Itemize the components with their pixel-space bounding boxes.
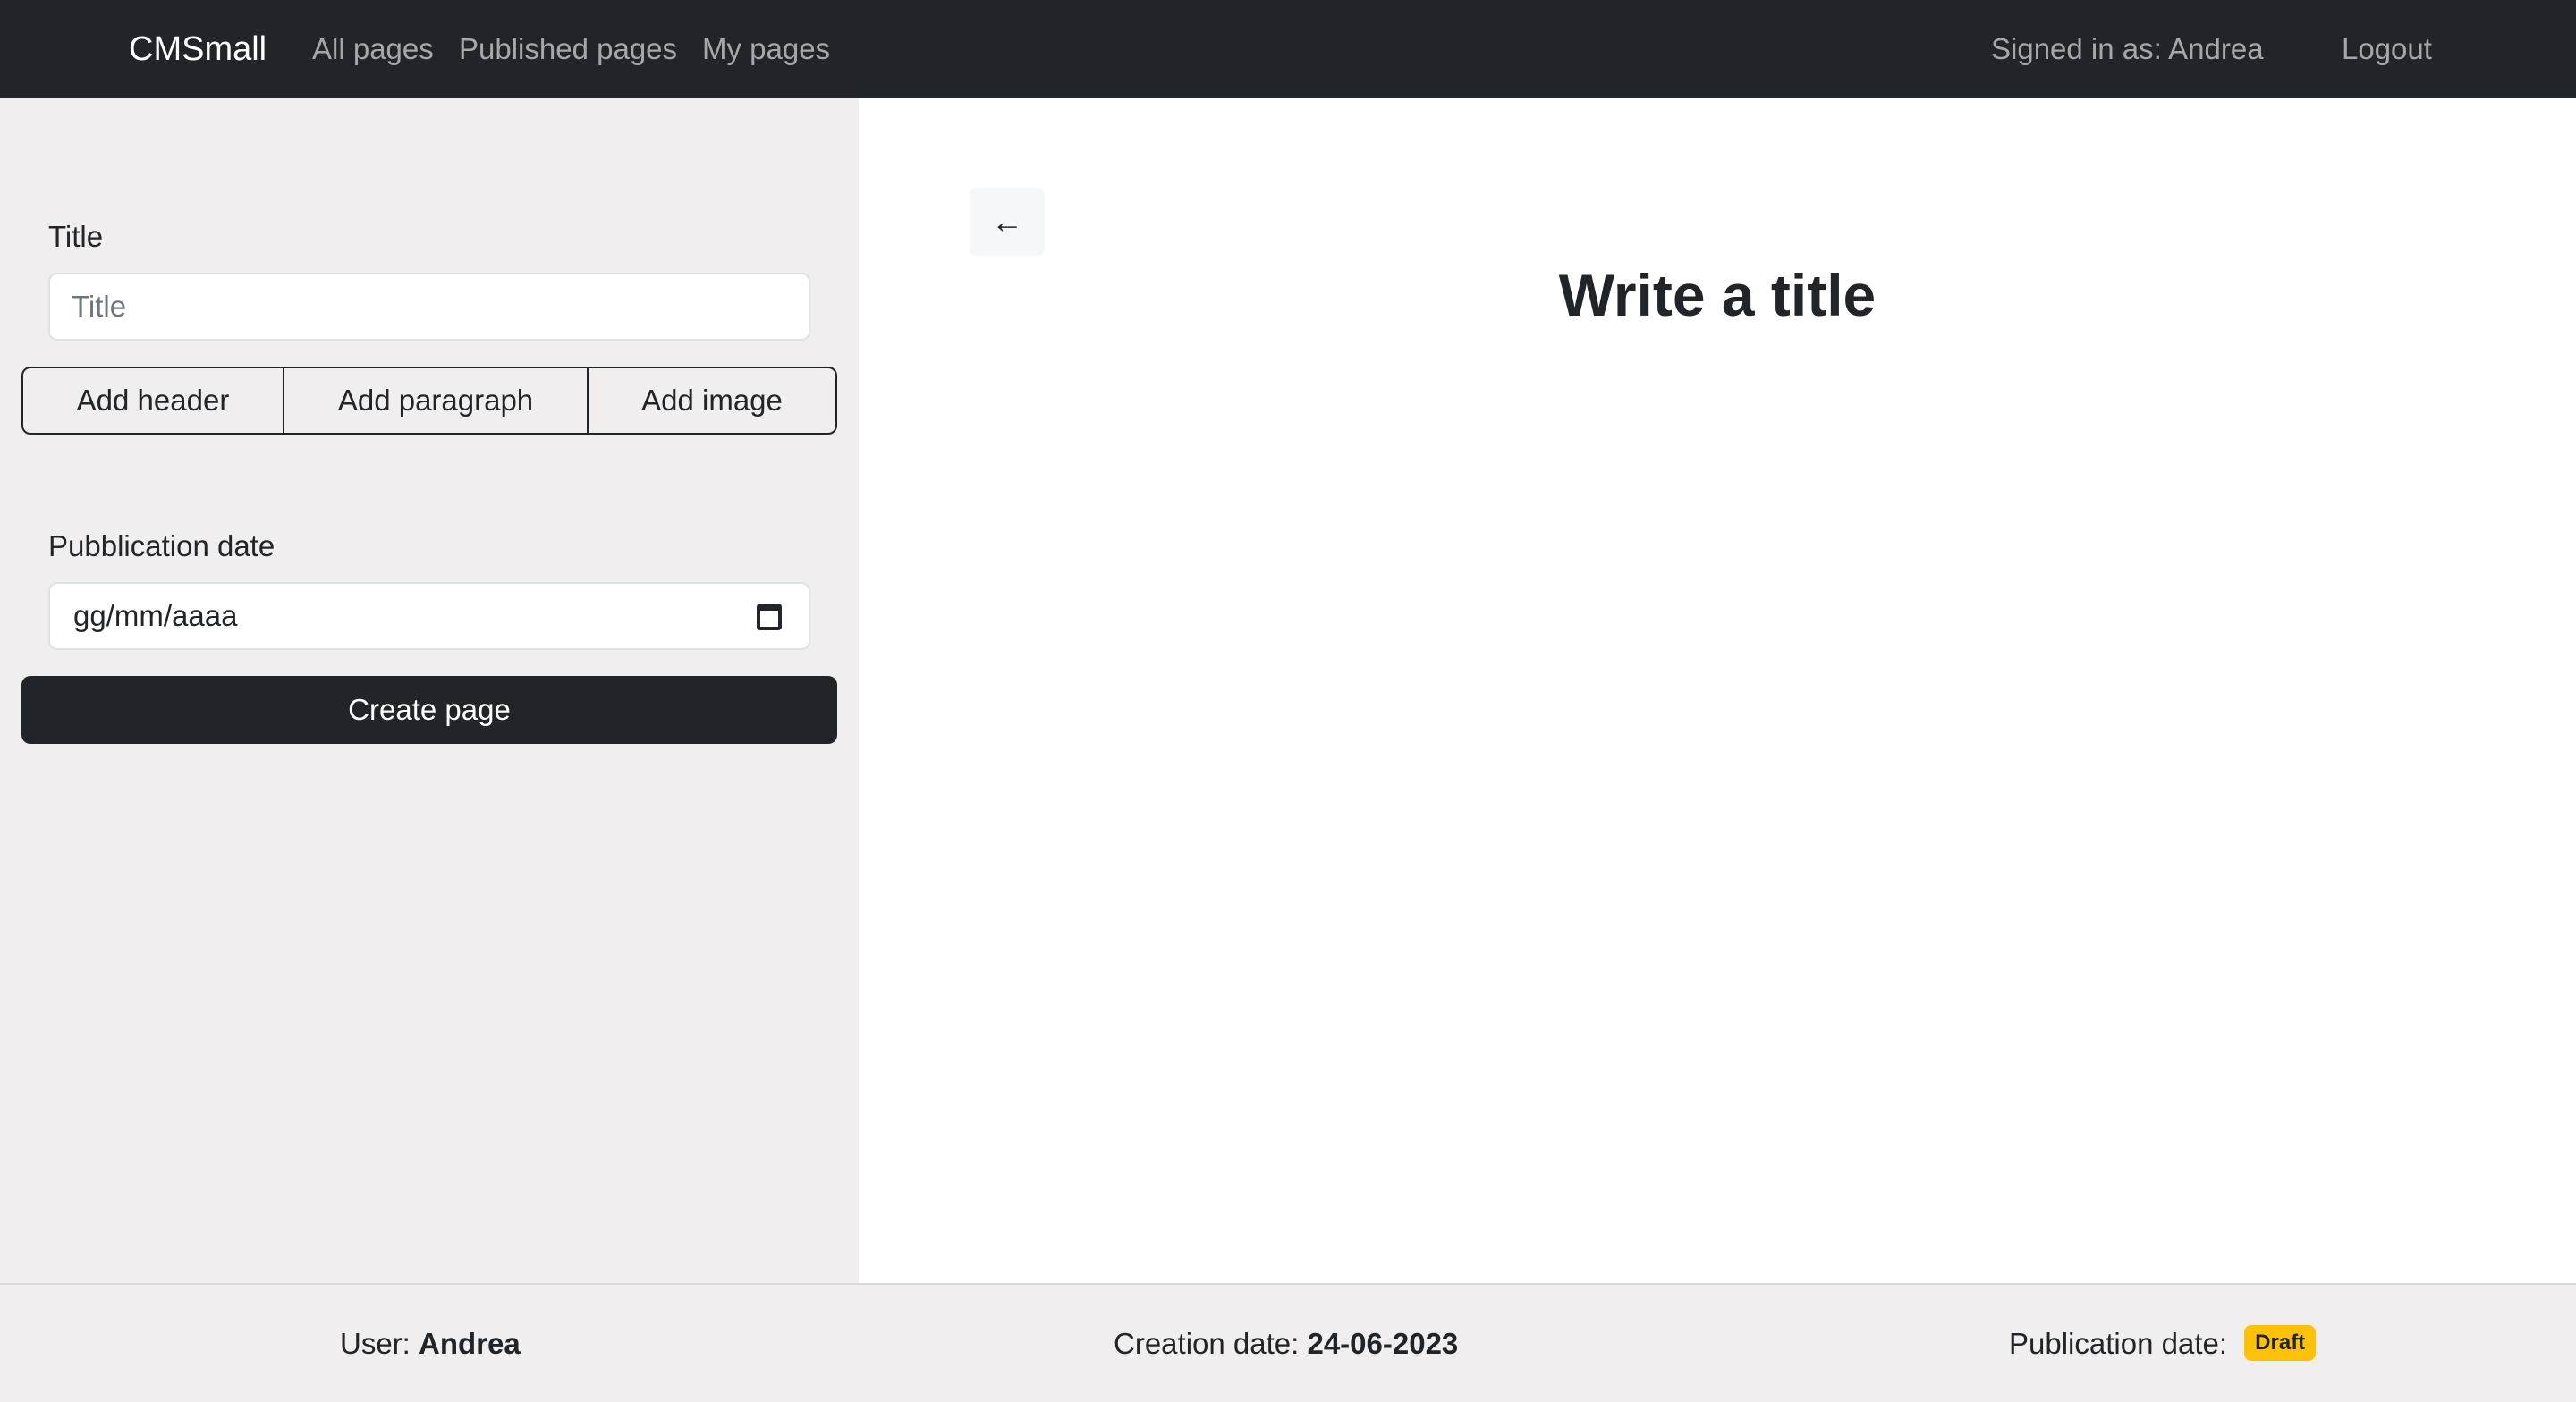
creation-date-label: Creation date: xyxy=(1114,1327,1308,1360)
preview-title: Write a title xyxy=(1558,262,1877,328)
brand-logo[interactable]: CMSmall xyxy=(129,0,267,98)
top-navbar: CMSmall All pages Published pages My pag… xyxy=(0,0,2576,98)
status-badge: Draft xyxy=(2244,1325,2317,1362)
add-block-button-group: Add header Add paragraph Add image xyxy=(21,367,837,435)
calendar-icon[interactable] xyxy=(757,604,782,630)
back-arrow-icon[interactable]: ← xyxy=(970,188,1045,256)
creation-date-value: 24-06-2023 xyxy=(1307,1327,1459,1360)
create-page-button[interactable]: Create page xyxy=(21,676,837,744)
footer-user: User: Andrea xyxy=(340,1285,521,1402)
page-preview: ← Write a title xyxy=(859,98,2576,1283)
date-value-text: gg/mm/aaaa xyxy=(73,599,238,632)
nav-all-pages[interactable]: All pages xyxy=(312,0,434,98)
user-label: User: xyxy=(340,1327,419,1360)
footer-creation-date: Creation date: 24-06-2023 xyxy=(1114,1285,1458,1402)
publication-date-label: Pubblication date xyxy=(48,529,275,562)
add-image-button[interactable]: Add image xyxy=(589,368,835,433)
title-input[interactable] xyxy=(48,273,810,341)
add-header-button[interactable]: Add header xyxy=(23,368,284,433)
footer-publication-date: Publication date: Draft xyxy=(2009,1285,2317,1402)
signed-in-text: Signed in as: Andrea xyxy=(1991,32,2264,65)
logout-link[interactable]: Logout xyxy=(2342,0,2432,98)
title-label: Title xyxy=(48,220,104,253)
nav-published-pages[interactable]: Published pages xyxy=(459,0,677,98)
add-paragraph-button[interactable]: Add paragraph xyxy=(284,368,589,433)
publication-date-text: Publication date: xyxy=(2009,1327,2236,1360)
publication-date-input[interactable]: gg/mm/aaaa xyxy=(48,582,810,650)
editor-sidebar: Title Add header Add paragraph Add image… xyxy=(0,98,859,1283)
page-info-footer: User: Andrea Creation date: 24-06-2023 P… xyxy=(0,1283,2576,1402)
nav-my-pages[interactable]: My pages xyxy=(702,0,830,98)
user-value: Andrea xyxy=(419,1327,521,1360)
